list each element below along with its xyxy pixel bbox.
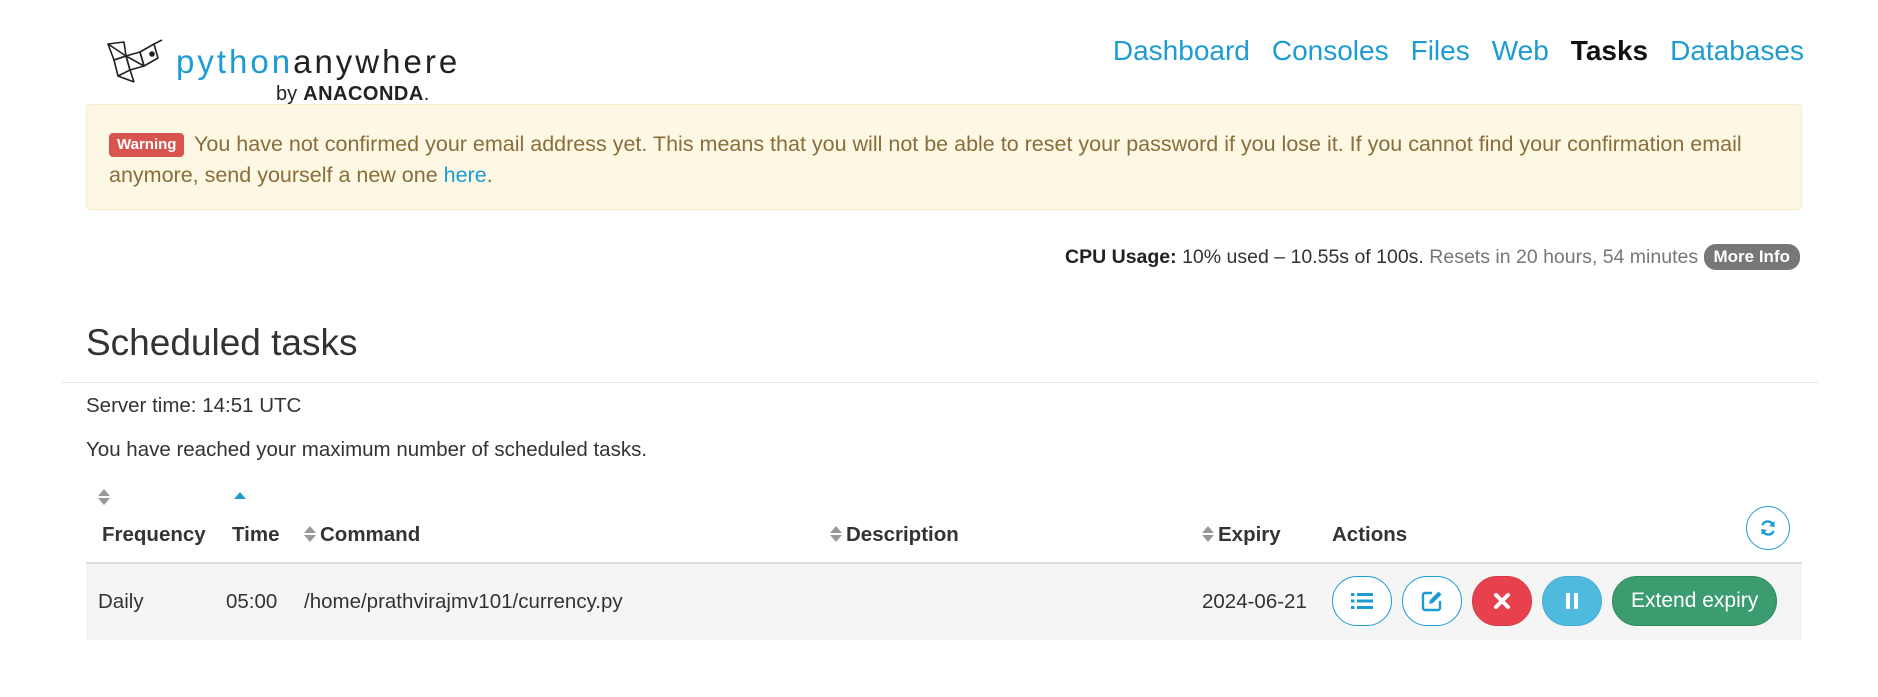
sort-command-icon[interactable]	[304, 525, 316, 543]
task-frequency: Daily	[98, 590, 144, 613]
pause-icon	[1566, 593, 1578, 609]
page-title: Scheduled tasks	[86, 322, 358, 363]
delete-task-button[interactable]	[1472, 576, 1532, 626]
logo-dot: .	[423, 83, 430, 105]
logo-wordmark: pythonanywhere	[176, 42, 460, 82]
logo-python-text: python	[176, 43, 294, 80]
cpu-reset-time: Resets in 20 hours, 54 minutes	[1429, 246, 1699, 268]
nav-dashboard[interactable]: Dashboard	[1102, 32, 1261, 70]
header-expiry[interactable]: Expiry	[1202, 522, 1281, 548]
page: pythonanywhere by ANACONDA. Dashboard Con…	[0, 0, 1878, 697]
logo-by-text: by	[276, 83, 298, 105]
resend-confirmation-link[interactable]: here	[444, 163, 487, 187]
header-frequency-label: Frequency	[102, 523, 206, 546]
main-nav: Dashboard Consoles Files Web Tasks Datab…	[1102, 32, 1804, 70]
sort-ascending-icon[interactable]	[234, 492, 246, 500]
title-divider	[62, 382, 1818, 383]
header-command[interactable]: Command	[304, 522, 420, 548]
header-command-label: Command	[320, 523, 421, 546]
logo-mark-icon	[107, 39, 163, 83]
extend-expiry-button[interactable]: Extend expiry	[1612, 576, 1778, 626]
header-time-label: Time	[232, 523, 280, 546]
email-warning-alert: Warning You have not confirmed your emai…	[86, 104, 1802, 210]
refresh-button[interactable]	[1746, 506, 1790, 550]
logo-by-anaconda: by ANACONDA.	[276, 82, 429, 106]
refresh-icon	[1761, 520, 1775, 536]
task-actions: Extend expiry	[1332, 576, 1778, 626]
cpu-usage: CPU Usage: 10% used – 10.55s of 100s. Re…	[1065, 244, 1800, 270]
nav-tasks[interactable]: Tasks	[1560, 32, 1659, 70]
scheduled-tasks-table: Frequency Time Command Description Expir…	[86, 489, 1802, 640]
nav-consoles[interactable]: Consoles	[1261, 32, 1400, 70]
table-header: Frequency Time Command Description Expir…	[86, 489, 1802, 564]
table-row: Daily 05:00 /home/prathvirajmv101/curren…	[86, 564, 1802, 640]
cpu-usage-label: CPU Usage:	[1065, 246, 1177, 268]
sort-frequency-icon[interactable]	[98, 488, 110, 506]
task-expiry: 2024-06-21	[1202, 590, 1307, 613]
sort-expiry-icon[interactable]	[1202, 525, 1214, 543]
header-actions: Actions	[1332, 522, 1407, 548]
header-description-label: Description	[846, 523, 959, 546]
more-info-button[interactable]: More Info	[1703, 244, 1800, 270]
nav-databases[interactable]: Databases	[1659, 32, 1804, 70]
logo-anaconda-text: ANACONDA	[303, 83, 424, 105]
server-time: Server time: 14:51 UTC	[86, 394, 302, 417]
nav-web[interactable]: Web	[1481, 32, 1560, 70]
max-tasks-message: You have reached your maximum number of …	[86, 438, 648, 461]
sort-description-icon[interactable]	[830, 525, 842, 543]
warning-badge: Warning	[109, 133, 185, 157]
header-expiry-label: Expiry	[1218, 523, 1281, 546]
header-actions-label: Actions	[1332, 523, 1408, 546]
edit-icon	[1421, 591, 1442, 612]
list-icon	[1351, 593, 1373, 609]
warning-text: You have not confirmed your email addres…	[109, 132, 1742, 187]
header-time[interactable]: Time	[232, 492, 280, 548]
close-icon	[1494, 593, 1510, 609]
header-frequency[interactable]: Frequency	[98, 489, 206, 548]
pause-task-button[interactable]	[1542, 576, 1602, 626]
edit-task-button[interactable]	[1402, 576, 1462, 626]
logo-anywhere-text: anywhere	[293, 43, 461, 80]
view-log-button[interactable]	[1332, 576, 1392, 626]
task-command: /home/prathvirajmv101/currency.py	[304, 590, 623, 613]
warning-end: .	[486, 163, 493, 187]
pythonanywhere-logo[interactable]: pythonanywhere by ANACONDA.	[104, 38, 457, 106]
header-description[interactable]: Description	[830, 522, 959, 548]
cpu-usage-value: 10% used – 10.55s of 100s.	[1182, 246, 1424, 268]
nav-files[interactable]: Files	[1400, 32, 1481, 70]
task-time: 05:00	[226, 590, 278, 613]
